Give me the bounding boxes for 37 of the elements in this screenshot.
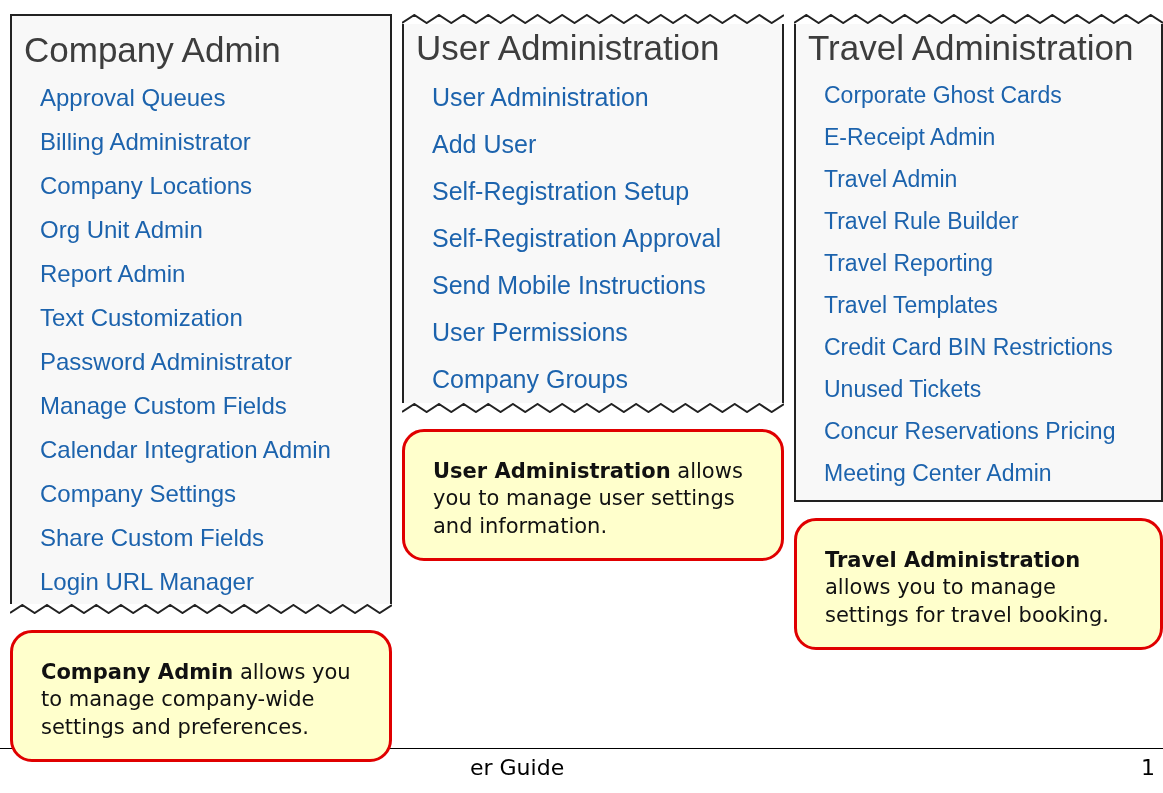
menu-link[interactable]: Org Unit Admin [24, 208, 384, 252]
menu-link[interactable]: Self-Registration Setup [416, 168, 776, 215]
menu-link[interactable]: Travel Admin [808, 158, 1155, 200]
menu-link[interactable]: Share Custom Fields [24, 516, 384, 560]
menu-link[interactable]: User Permissions [416, 309, 776, 356]
menu-link[interactable]: E-Receipt Admin [808, 116, 1155, 158]
menu-link[interactable]: Travel Rule Builder [808, 200, 1155, 242]
menu-link[interactable]: Travel Templates [808, 284, 1155, 326]
menu-link[interactable]: Report Admin [24, 252, 384, 296]
menu-link[interactable]: Send Mobile Instructions [416, 262, 776, 309]
menu-link[interactable]: Add User [416, 121, 776, 168]
panel-title: User Administration [416, 28, 721, 68]
callout-note: Company Admin allows you to manage company-wide settings and preferences. [10, 630, 392, 762]
menu-link[interactable]: Billing Administrator [24, 120, 384, 164]
callout-note: User Administration allows you to manage user settings and information. [402, 429, 784, 561]
menu-link[interactable]: Credit Card BIN Restrictions [808, 326, 1155, 368]
menu-link[interactable]: Corporate Ghost Cards [808, 74, 1155, 116]
menu-link[interactable]: Text Customization [24, 296, 384, 340]
menu-link[interactable]: Meeting Center Admin [808, 452, 1155, 494]
menu-link[interactable]: Travel Reporting [808, 242, 1155, 284]
menu-link[interactable]: Concur Reservations Pricing [808, 410, 1155, 452]
panel-title: Company Admin [24, 30, 282, 70]
callout-note: Travel Administration allows you to manage settings for travel booking. [794, 518, 1163, 650]
footer-title: er Guide [470, 755, 565, 780]
menu-link[interactable]: Self-Registration Approval [416, 215, 776, 262]
menu-link[interactable]: Login URL Manager [24, 560, 384, 604]
menu-link[interactable]: Calendar Integration Admin [24, 428, 384, 472]
menu-link[interactable]: Company Settings [24, 472, 384, 516]
page-number: 1 [1141, 755, 1155, 780]
menu-link[interactable]: Approval Queues [24, 76, 384, 120]
menu-link[interactable]: Unused Tickets [808, 368, 1155, 410]
panel-title: Travel Administration [808, 28, 1135, 68]
menu-link[interactable]: Password Administrator [24, 340, 384, 384]
menu-link[interactable]: Manage Custom Fields [24, 384, 384, 428]
menu-link[interactable]: Company Groups [416, 356, 776, 403]
menu-link[interactable]: User Administration [416, 74, 776, 121]
menu-link[interactable]: Company Locations [24, 164, 384, 208]
